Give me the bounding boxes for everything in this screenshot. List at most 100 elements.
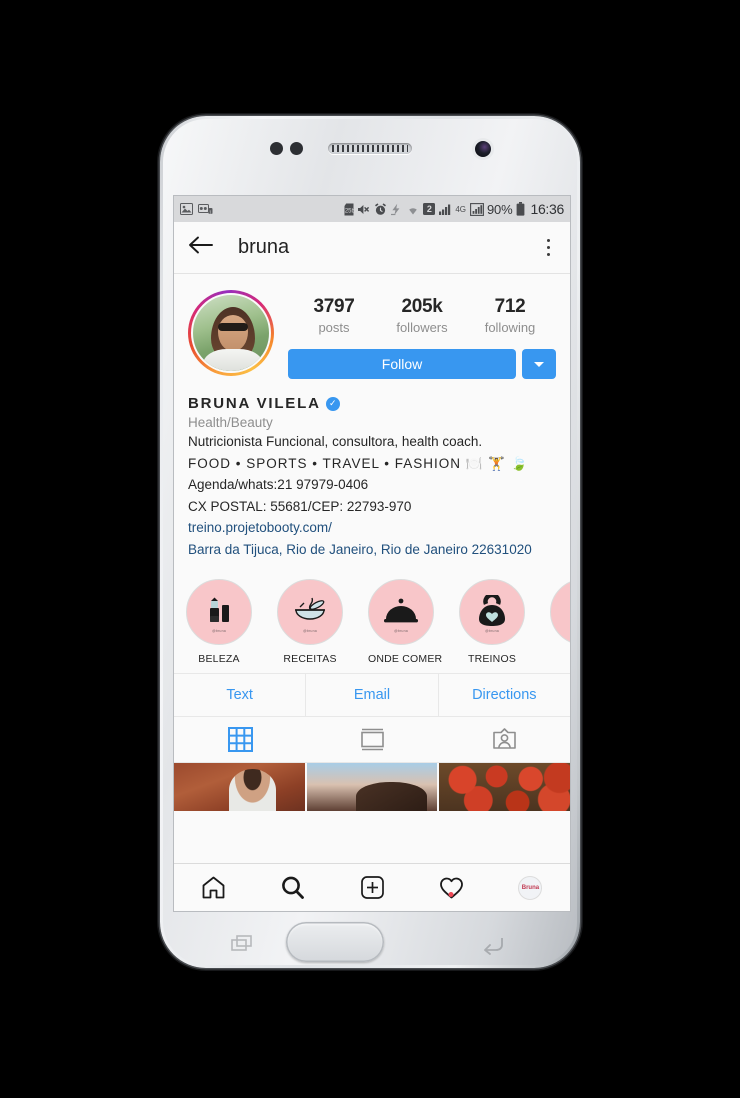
stat-following-label: following (484, 320, 536, 335)
bio-display-name: BRUNA VILELA (188, 395, 321, 412)
highlight-circle (550, 579, 570, 646)
overflow-menu-button[interactable] (541, 231, 557, 265)
bio-address-link[interactable]: Barra da Tijuca, Rio de Janeiro, Rio de … (188, 540, 556, 560)
highlight-beleza[interactable]: @bruna BELEZA (186, 579, 252, 665)
bio-line-2: FOOD • SPORTS • TRAVEL • FASHION 🍽️ 🏋️ 🍃 (188, 455, 529, 471)
directions-button[interactable]: Directions (437, 674, 570, 717)
activity-badge-dot (448, 891, 454, 897)
search-icon (282, 876, 305, 899)
tagged-person-icon (492, 728, 516, 750)
bio-line-3: Agenda/whats:21 97979-0406 (188, 477, 369, 493)
alarm-icon (374, 202, 387, 216)
back-key[interactable] (478, 934, 508, 956)
stat-posts-value: 3797 (313, 296, 355, 317)
profile-avatar-text: Bruna (521, 884, 540, 891)
highlight-label: RECEITAS (283, 653, 337, 666)
avatar-image (191, 293, 271, 373)
highlight-circle: @bruna (277, 579, 343, 646)
camera-lens (475, 141, 491, 157)
contact-actions-row: Text Email Directions (174, 673, 570, 718)
highlight-treinos[interactable]: @bruna TREINOS (459, 579, 525, 665)
tab-grid[interactable] (174, 717, 306, 762)
signal-bars-sim1-icon (438, 203, 452, 215)
screen-record-notification-icon: 1 (198, 203, 213, 215)
profile-stats-and-actions: 3797 posts 205k followers 712 following … (274, 290, 556, 379)
highlight-label: BELEZA (198, 653, 240, 666)
nav-profile[interactable]: Bruna (491, 875, 570, 900)
front-camera-icon (472, 138, 494, 160)
lipstick-icon (210, 597, 229, 623)
avatar-face (218, 315, 248, 351)
stats-row: 3797 posts 205k followers 712 following (288, 290, 556, 335)
avatar-sunglasses (218, 323, 248, 331)
sd-card-icon: \u25be (344, 203, 354, 216)
nav-add[interactable] (332, 875, 411, 900)
bio-category: Health/Beauty (188, 415, 273, 430)
nav-search[interactable] (253, 875, 332, 900)
photo-notification-icon (180, 203, 193, 215)
battery-icon (516, 202, 525, 216)
phone-device: 1 \u25be 2 (160, 116, 580, 968)
status-bar-clock: 16:36 (530, 201, 564, 217)
phone-screen: 1 \u25be 2 (174, 196, 570, 911)
stat-followers-label: followers (396, 320, 448, 335)
tab-feed[interactable] (306, 717, 438, 762)
nav-activity[interactable] (412, 876, 491, 900)
wifi-icon (406, 203, 420, 216)
light-sensor-icon (290, 142, 303, 155)
status-bar-notifications: 1 (180, 203, 213, 215)
avatar-shirt (203, 349, 263, 371)
grid-icon (227, 727, 253, 753)
profile-header: 3797 posts 205k followers 712 following … (174, 274, 570, 387)
network-type-label: 4G (455, 204, 467, 214)
list-feed-icon (360, 729, 384, 751)
highlight-watermark: @bruna (484, 629, 500, 634)
profile-avatar-icon: Bruna (518, 875, 543, 900)
earpiece-speaker (328, 143, 412, 154)
stat-followers[interactable]: 205k followers (378, 296, 466, 335)
story-highlights-row: @bruna BELEZA @bruna RECEITAS @bruna OND… (174, 569, 570, 673)
text-button[interactable]: Text (174, 674, 305, 716)
highlight-watermark: @bruna (302, 629, 318, 634)
grid-cell-tomatoes[interactable] (439, 763, 570, 812)
proximity-sensor-icon (270, 142, 283, 155)
nav-home[interactable] (174, 875, 253, 900)
home-icon (202, 876, 225, 899)
stat-following-value: 712 (494, 296, 526, 317)
mute-icon (357, 203, 370, 216)
email-button[interactable]: Email (305, 674, 437, 717)
chevron-down-icon (534, 361, 544, 367)
stat-following[interactable]: 712 following (466, 296, 554, 335)
bio-line-4: CX POSTAL: 55681/CEP: 22793-970 (188, 498, 412, 514)
highlight-label: ONDE COMER (368, 653, 443, 666)
bottom-navigation-bar: Bruna (174, 863, 570, 911)
back-arrow-icon[interactable] (188, 235, 214, 260)
tab-tagged[interactable] (438, 717, 570, 762)
bio-website-link[interactable]: treino.projetobooty.com/ (188, 518, 556, 538)
recents-key[interactable] (226, 934, 256, 956)
home-button[interactable] (286, 922, 384, 962)
highlight-circle: @bruna (459, 579, 525, 646)
grid-cell-woman-wall[interactable] (174, 763, 305, 812)
app-bar: bruna (174, 222, 570, 274)
stat-followers-value: 205k (401, 296, 443, 317)
grid-cell-portrait-sky[interactable] (306, 763, 438, 812)
svg-text:\u25be: \u25be (344, 208, 354, 214)
android-status-bar: 1 \u25be 2 (174, 196, 570, 222)
follow-dropdown-button[interactable] (522, 349, 556, 379)
bio-line-1: Nutricionista Funcional, consultora, hea… (188, 434, 483, 449)
verified-badge-icon: ✓ (325, 396, 340, 411)
avatar[interactable] (188, 290, 274, 376)
stat-posts[interactable]: 3797 posts (290, 296, 378, 335)
highlight-onde-comer[interactable]: @bruna ONDE COMER (368, 579, 443, 666)
highlight-receitas[interactable]: @bruna RECEITAS (277, 579, 343, 665)
highlight-watermark: @bruna (393, 629, 409, 634)
highlight-circle: @bruna (186, 579, 252, 646)
follow-button[interactable]: Follow (288, 349, 516, 379)
power-saving-icon (390, 203, 402, 216)
highlight-partial[interactable] (550, 579, 570, 665)
bowl-icon (295, 598, 325, 621)
page-title: bruna (238, 236, 290, 258)
plus-square-icon (360, 876, 384, 899)
signal-bars-sim2-icon (469, 202, 484, 216)
